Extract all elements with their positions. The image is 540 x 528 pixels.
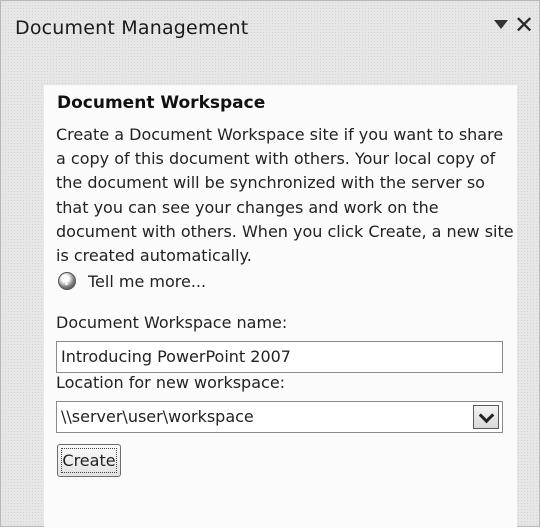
pane-title: Document Management	[15, 17, 249, 39]
document-management-pane: Document Management ✕ Document Workspace…	[0, 0, 540, 528]
close-icon[interactable]: ✕	[514, 13, 534, 37]
tell-me-more-link[interactable]: Tell me more...	[88, 272, 206, 291]
workspace-name-field[interactable]: Introducing PowerPoint 2007	[56, 341, 503, 373]
create-button-focus-ring	[61, 448, 117, 473]
pane-titlebar: Document Management ✕	[1, 1, 539, 45]
location-dropdown-button[interactable]	[473, 405, 499, 429]
chevron-down-icon	[478, 407, 495, 424]
help-icon: ?	[58, 272, 76, 290]
workspace-name-value: Introducing PowerPoint 2007	[61, 347, 291, 366]
workspace-location-label: Location for new workspace:	[56, 373, 286, 392]
section-title: Document Workspace	[57, 93, 266, 113]
workspace-name-label: Document Workspace name:	[56, 313, 288, 332]
section-description: Create a Document Workspace site if you …	[56, 125, 514, 266]
document-workspace-section: Document Workspace Create a Document Wor…	[44, 85, 517, 528]
create-button[interactable]: Create	[57, 444, 121, 477]
help-link-row[interactable]: ? Tell me more...	[58, 270, 206, 292]
workspace-location-select[interactable]: \\server\user\workspace	[56, 401, 503, 433]
workspace-location-value: \\server\user\workspace	[61, 407, 254, 426]
triangle-down-icon[interactable]	[494, 20, 508, 29]
